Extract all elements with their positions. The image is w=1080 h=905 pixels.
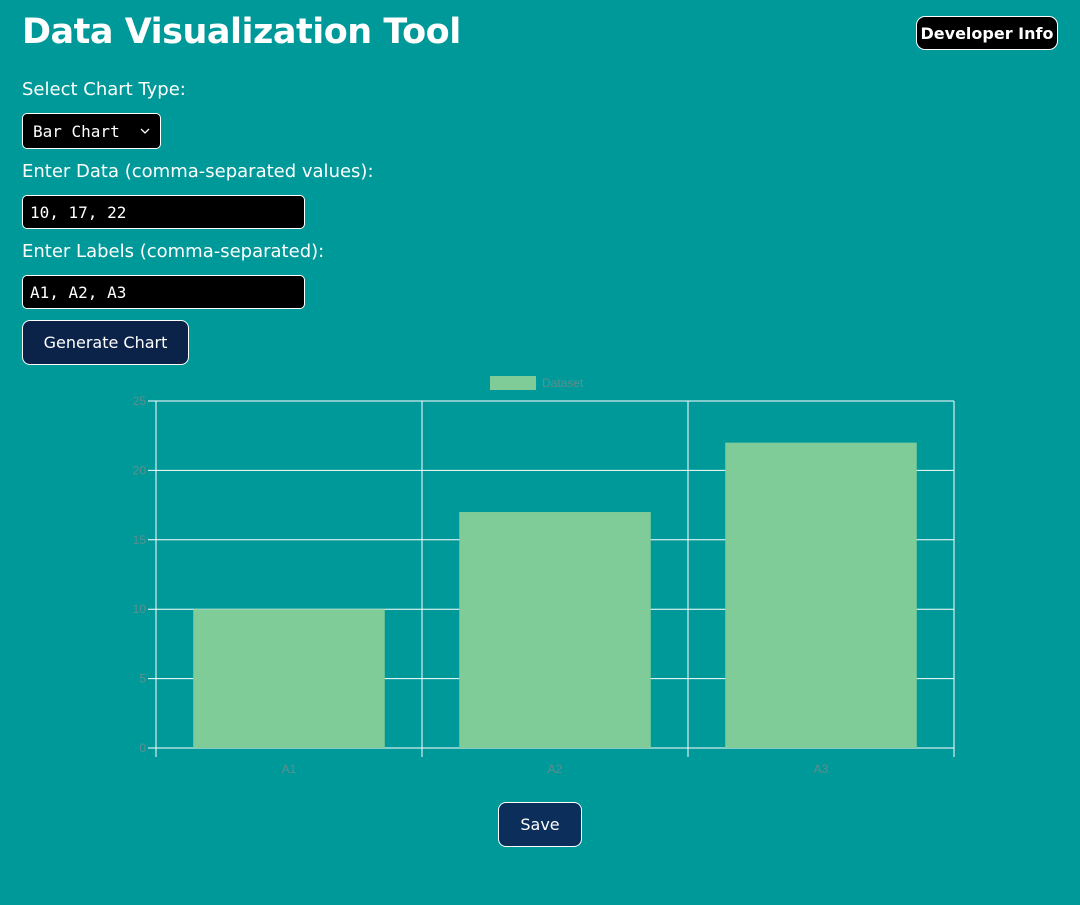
x-tick-label: A1 <box>282 762 297 776</box>
data-label: Enter Data (comma-separated values): <box>22 161 374 182</box>
y-tick-label: 15 <box>133 533 147 547</box>
page-title: Data Visualization Tool <box>22 12 461 52</box>
bar-A2 <box>459 512 651 748</box>
y-tick-label: 20 <box>133 463 147 477</box>
bar-A3 <box>725 442 917 748</box>
y-tick-label: 10 <box>133 602 147 616</box>
data-input[interactable] <box>22 195 305 229</box>
x-tick-label: A2 <box>548 762 563 776</box>
labels-input[interactable] <box>22 275 305 309</box>
chart-type-label: Select Chart Type: <box>22 79 186 100</box>
chart-type-value: Bar Chart <box>33 121 120 141</box>
save-button[interactable]: Save <box>498 802 582 847</box>
chevron-down-icon <box>140 128 150 134</box>
developer-info-button[interactable]: Developer Info <box>916 16 1058 50</box>
generate-chart-button[interactable]: Generate Chart <box>22 320 189 365</box>
y-tick-label: 5 <box>139 672 146 686</box>
chart-type-select[interactable]: Bar Chart <box>22 113 161 149</box>
bar-chart: 0 5 10 15 20 25 A1 A2 A3 Dataset <box>133 376 955 776</box>
labels-label: Enter Labels (comma-separated): <box>22 241 325 262</box>
x-tick-label: A3 <box>814 762 829 776</box>
y-tick-label: 0 <box>139 741 146 755</box>
legend-swatch <box>490 376 536 390</box>
legend-label: Dataset <box>542 376 584 390</box>
bar-A1 <box>193 609 385 748</box>
y-tick-label: 25 <box>133 394 147 408</box>
